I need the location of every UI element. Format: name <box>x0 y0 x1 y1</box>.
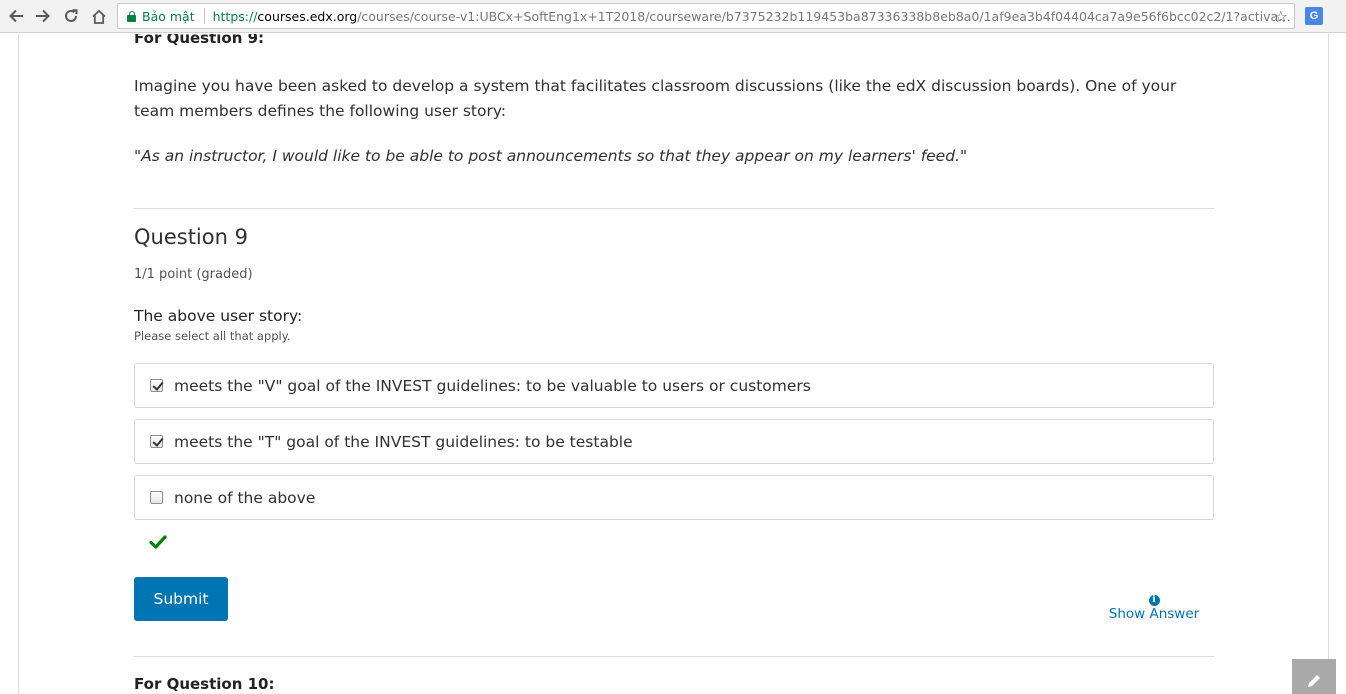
checkbox-checked[interactable] <box>150 435 163 448</box>
choice-label: none of the above <box>174 488 316 507</box>
google-translate-icon[interactable]: G <box>1305 7 1323 25</box>
show-answer-label[interactable]: Show Answer <box>1109 606 1199 622</box>
forward-arrow-icon[interactable] <box>32 5 54 27</box>
user-story: "As an instructor, I would like to be ab… <box>134 147 968 165</box>
course-page: For Question 9: Imagine you have been as… <box>0 34 1346 694</box>
address-bar[interactable]: Bảo mật https:// courses.edx.org /course… <box>117 3 1295 29</box>
url-path: /courses/course-v1:UBCx+SoftEng1x+1T2018… <box>357 8 1294 24</box>
url-host: courses.edx.org <box>257 8 358 24</box>
section-header-q9: For Question 9: <box>134 34 265 47</box>
edit-pencil-icon[interactable] <box>1292 659 1336 694</box>
checkbox-checked[interactable] <box>150 379 163 392</box>
question-prompt: The above user story: <box>134 307 303 325</box>
choice-label: meets the "V" goal of the INVEST guideli… <box>174 376 811 395</box>
secure-label: Bảo mật <box>142 8 195 24</box>
info-icon: i <box>1148 595 1160 606</box>
choice-option[interactable]: meets the "V" goal of the INVEST guideli… <box>134 363 1214 408</box>
home-icon[interactable] <box>88 5 110 27</box>
question-description: Please select all that apply. <box>134 329 291 343</box>
divider <box>134 656 1214 657</box>
question-title: Question 9 <box>134 225 248 249</box>
choice-label: meets the "T" goal of the INVEST guideli… <box>174 432 633 451</box>
intro-text: Imagine you have been asked to develop a… <box>134 77 1177 120</box>
reload-icon[interactable] <box>60 5 82 27</box>
question-points: 1/1 point (graded) <box>134 267 253 282</box>
choice-option[interactable]: meets the "T" goal of the INVEST guideli… <box>134 419 1214 464</box>
bookmark-star-icon[interactable]: ☆ <box>1274 7 1288 26</box>
correct-checkmark-icon <box>149 535 167 549</box>
checkbox-unchecked[interactable] <box>150 491 163 504</box>
browser-toolbar: Bảo mật https:// courses.edx.org /course… <box>0 0 1346 33</box>
lock-icon <box>127 10 136 22</box>
section-header-q10: For Question 10: <box>134 675 275 693</box>
submit-button[interactable]: Submit <box>134 577 228 621</box>
show-answer-button[interactable]: i Show Answer <box>1100 590 1208 622</box>
url-scheme: https:// <box>212 8 258 24</box>
choice-option[interactable]: none of the above <box>134 475 1214 520</box>
divider <box>134 208 1214 209</box>
back-arrow-icon[interactable] <box>5 5 27 27</box>
